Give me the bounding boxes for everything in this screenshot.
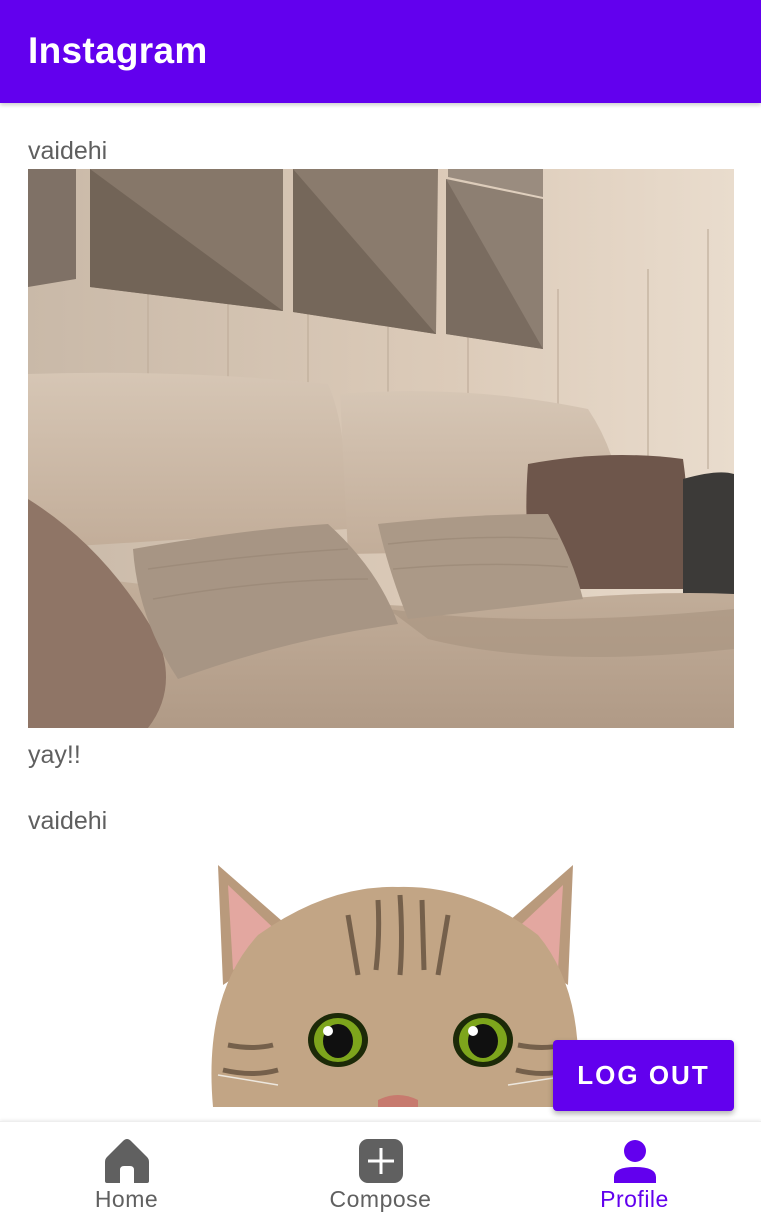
nav-item-compose[interactable]: Compose: [254, 1122, 507, 1223]
nav-label-compose: Compose: [329, 1186, 432, 1212]
sofa-photo: [28, 169, 734, 728]
nav-item-home[interactable]: Home: [0, 1122, 253, 1223]
post-image-sofa[interactable]: [28, 169, 734, 728]
nav-item-profile[interactable]: Profile: [508, 1122, 761, 1223]
home-icon: [104, 1139, 149, 1183]
post-username[interactable]: vaidehi: [28, 807, 107, 836]
nav-label-profile: Profile: [600, 1186, 669, 1212]
bottom-navigation: Home Compose Profile: [0, 1121, 761, 1223]
app-bar: Instagram: [0, 0, 761, 103]
compose-icon: [358, 1139, 403, 1183]
post-username[interactable]: vaidehi: [28, 137, 107, 166]
nav-label-home: Home: [94, 1186, 159, 1212]
profile-icon: [613, 1140, 656, 1183]
logout-button[interactable]: LOG OUT: [553, 1040, 734, 1111]
post-feed[interactable]: vaidehi yay!! vaidehi: [0, 103, 761, 1121]
app-title: Instagram: [28, 30, 208, 71]
post-caption: yay!!: [28, 741, 81, 769]
